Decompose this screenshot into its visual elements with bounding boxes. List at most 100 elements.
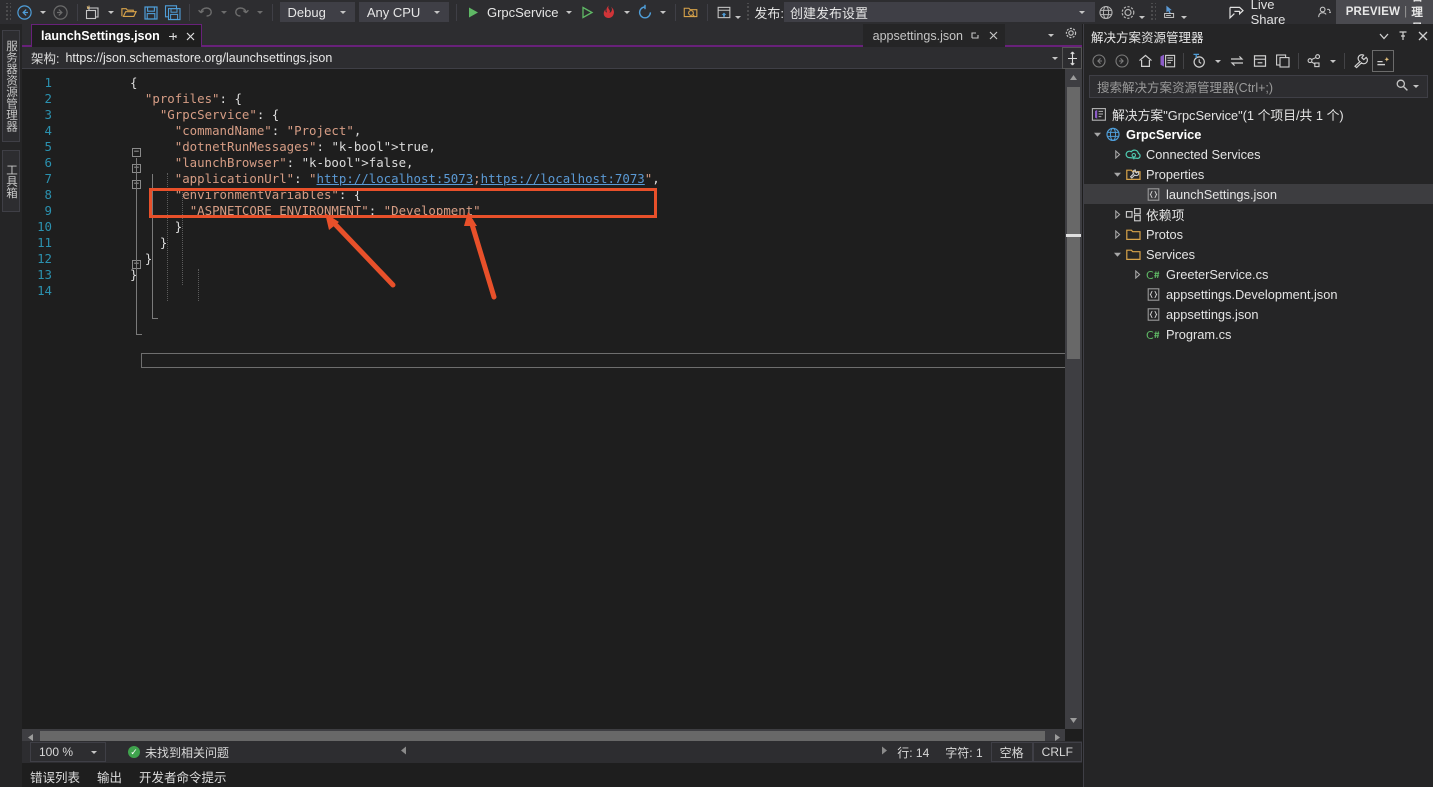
- publish-caret[interactable]: [1079, 10, 1086, 14]
- code-line[interactable]: "environmentVariables": {: [130, 187, 362, 203]
- bottom-tab[interactable]: 错误列表: [30, 767, 80, 786]
- code-line[interactable]: "commandName": "Project",: [130, 123, 362, 139]
- se-sync-with-active-icon[interactable]: [1226, 50, 1248, 72]
- window-layout-icon[interactable]: [713, 1, 735, 23]
- tab-launchsettings-json[interactable]: launchSettings.json: [31, 24, 202, 47]
- account-person-icon[interactable]: [1314, 1, 1336, 23]
- chevron-right-icon[interactable]: [1110, 229, 1124, 239]
- tree-item-appsettings-json[interactable]: appsettings.json: [1084, 304, 1433, 324]
- se-collapse-all-icon[interactable]: [1249, 50, 1271, 72]
- navigate-back-icon[interactable]: [14, 1, 36, 23]
- tree-item-connected-services[interactable]: Connected Services: [1084, 144, 1433, 164]
- settings-overflow[interactable]: [1139, 6, 1146, 19]
- tree-item-appsettings-development-json[interactable]: appsettings.Development.json: [1084, 284, 1433, 304]
- vertical-scroll-thumb[interactable]: [1067, 87, 1080, 359]
- tab-close-icon-2[interactable]: [988, 30, 999, 41]
- chevron-right-icon[interactable]: [1130, 269, 1144, 279]
- se-back-icon[interactable]: [1088, 50, 1110, 72]
- undo-icon[interactable]: [195, 1, 217, 23]
- solution-root-row[interactable]: 解决方案"GrpcService"(1 个项目/共 1 个): [1084, 104, 1433, 124]
- tab-close-icon[interactable]: [185, 31, 196, 42]
- code-line[interactable]: "GrpcService": {: [130, 107, 279, 123]
- se-pending-changes-icon[interactable]: [1188, 50, 1210, 72]
- hot-reload-icon[interactable]: [598, 1, 620, 23]
- solution-platform-dropdown[interactable]: Any CPU: [358, 2, 450, 22]
- editor-vertical-scrollbar[interactable]: [1065, 69, 1082, 729]
- tab-pin-icon[interactable]: [167, 31, 178, 42]
- navigate-forward-icon[interactable]: [50, 1, 72, 23]
- zoom-level-dropdown[interactable]: 100 %: [30, 742, 106, 762]
- platform-caret[interactable]: [434, 10, 441, 14]
- search-folder-icon[interactable]: [680, 1, 702, 23]
- bottom-tab[interactable]: 输出: [97, 767, 122, 786]
- tab-list-caret[interactable]: [1048, 34, 1054, 37]
- chevron-right-icon[interactable]: [1110, 209, 1124, 219]
- settings-gear-icon[interactable]: [1117, 1, 1139, 23]
- vtab-server-explorer[interactable]: 服务器资源管理器: [2, 30, 20, 142]
- save-all-icon[interactable]: [162, 1, 184, 23]
- fold-marker-1[interactable]: −: [132, 148, 141, 157]
- indentation-mode-indicator[interactable]: 空格: [990, 742, 1033, 762]
- issues-prev-arrow-icon[interactable]: [399, 745, 408, 759]
- se-home-icon[interactable]: [1134, 50, 1156, 72]
- solution-configuration-dropdown[interactable]: Debug: [279, 2, 355, 22]
- panel-close-icon[interactable]: [1417, 30, 1429, 42]
- schema-value[interactable]: https://json.schemastore.org/launchsetti…: [65, 51, 332, 65]
- live-share-label[interactable]: Live Share: [1251, 0, 1292, 27]
- toolbar-grip-2[interactable]: [744, 3, 752, 21]
- save-icon[interactable]: [140, 1, 162, 23]
- code-line[interactable]: "launchBrowser": "k-bool">false,: [130, 155, 414, 171]
- toolbar-grip[interactable]: [4, 3, 11, 21]
- window-layout-overflow[interactable]: [734, 6, 741, 19]
- feedback-overflow[interactable]: [1180, 6, 1187, 19]
- undo-caret[interactable]: [220, 10, 227, 14]
- panel-menu-caret-icon[interactable]: [1379, 31, 1389, 41]
- se-properties-wrench-icon[interactable]: [1349, 50, 1371, 72]
- tab-options-gear-icon[interactable]: [1064, 26, 1078, 45]
- code-line[interactable]: "profiles": {: [130, 91, 242, 107]
- restart-icon[interactable]: [634, 1, 656, 23]
- vtab-toolbox[interactable]: 工具箱: [2, 150, 20, 212]
- se-solution-view-icon[interactable]: [1157, 50, 1179, 72]
- hot-reload-caret[interactable]: [623, 10, 630, 14]
- new-project-caret[interactable]: [108, 10, 115, 14]
- restart-caret[interactable]: [659, 10, 666, 14]
- tab-float-icon[interactable]: [970, 30, 981, 41]
- tree-item-grpcservice[interactable]: GrpcService: [1084, 124, 1433, 144]
- panel-pin-icon[interactable]: [1397, 30, 1409, 42]
- code-line[interactable]: "applicationUrl": "http://localhost:5073…: [130, 171, 660, 187]
- tree-item-program-cs[interactable]: C Program.cs: [1084, 324, 1433, 344]
- zoom-caret[interactable]: [91, 750, 97, 754]
- config-caret[interactable]: [339, 10, 346, 14]
- feedback-cursor-icon[interactable]: [1159, 1, 1181, 23]
- new-project-icon[interactable]: [82, 1, 104, 23]
- startup-project-caret[interactable]: [565, 10, 572, 14]
- chevron-down-icon[interactable]: [1090, 130, 1104, 139]
- web-globe-icon[interactable]: [1095, 1, 1117, 23]
- start-debug-play-icon[interactable]: [462, 1, 484, 23]
- publish-settings-dropdown[interactable]: 创建发布设置: [784, 2, 1096, 22]
- tree-item-services[interactable]: Services: [1084, 244, 1433, 264]
- nav-forward-arrow-icon[interactable]: [880, 745, 889, 759]
- redo-caret[interactable]: [256, 10, 263, 14]
- split-view-icon[interactable]: [1062, 47, 1082, 69]
- se-show-all-files-icon[interactable]: [1272, 50, 1294, 72]
- se-dependencies-caret[interactable]: [1330, 59, 1336, 63]
- solution-explorer-search-input[interactable]: 搜索解决方案资源管理器(Ctrl+;): [1089, 75, 1428, 98]
- schema-dropdown-caret[interactable]: [1052, 56, 1058, 60]
- tab-appsettings-json[interactable]: appsettings.json: [862, 24, 1005, 47]
- search-options-caret[interactable]: [1413, 85, 1419, 88]
- tree-item-[interactable]: 依赖项: [1084, 204, 1433, 224]
- startup-project-label[interactable]: GrpcService: [484, 5, 562, 20]
- back-dropdown-caret[interactable]: [39, 10, 46, 14]
- tree-item-greeterservice-cs[interactable]: C GreeterService.cs: [1084, 264, 1433, 284]
- se-pending-caret[interactable]: [1215, 59, 1221, 63]
- tree-item-protos[interactable]: Protos: [1084, 224, 1433, 244]
- open-file-icon[interactable]: [118, 1, 140, 23]
- redo-icon[interactable]: [231, 1, 253, 23]
- tree-item-launchsettings-json[interactable]: launchSettings.json: [1084, 184, 1433, 204]
- se-forward-icon[interactable]: [1111, 50, 1133, 72]
- code-editor-surface[interactable]: 1 2 3 4 5 6 7 8 9 10 11 12 13 14 { "profiles": { "Grp…: [22, 69, 1082, 745]
- chevron-right-icon[interactable]: [1110, 149, 1124, 159]
- chevron-down-icon[interactable]: [1110, 170, 1124, 179]
